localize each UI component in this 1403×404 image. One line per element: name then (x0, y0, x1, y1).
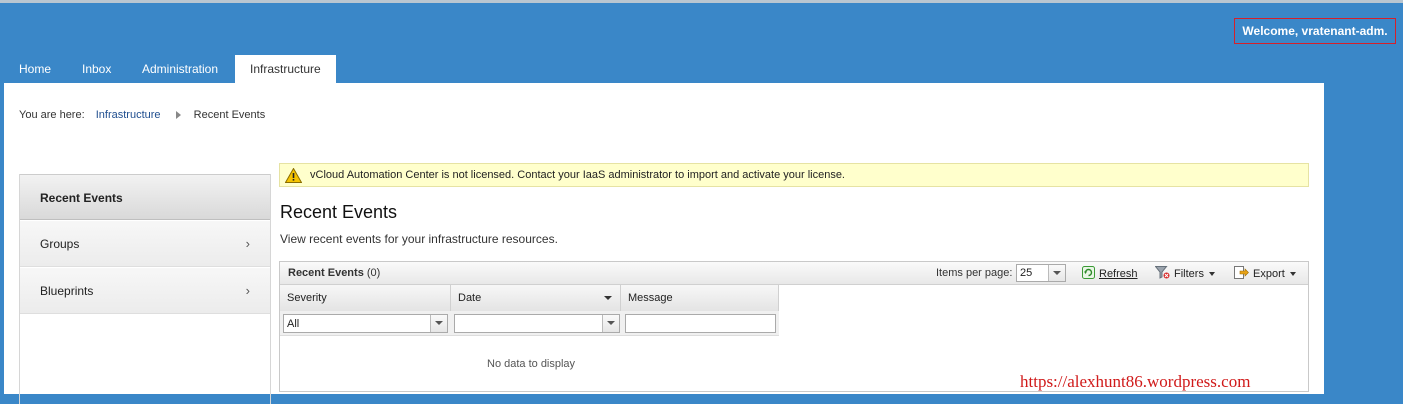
page-subtitle: View recent events for your infrastructu… (280, 232, 558, 246)
sidebar-item-label: Groups (40, 237, 80, 251)
empty-state-text: No data to display (487, 358, 576, 370)
date-filter-select[interactable] (454, 314, 620, 333)
refresh-label: Refresh (1099, 267, 1138, 280)
chevron-down-icon (1289, 272, 1296, 276)
tab-infrastructure[interactable]: Infrastructure (235, 55, 336, 83)
breadcrumb-current: Recent Events (193, 109, 266, 121)
filter-icon (1154, 266, 1170, 282)
warning-icon (284, 167, 303, 191)
export-label: Export (1253, 267, 1285, 280)
top-border (0, 0, 1403, 3)
sidebar-item-groups[interactable]: Groups › (20, 221, 270, 267)
page-title: Recent Events (280, 202, 398, 222)
watermark-text: https://alexhunt86.wordpress.com (1020, 372, 1251, 391)
chevron-down-icon[interactable] (602, 315, 619, 332)
sidebar-item-blueprints[interactable]: Blueprints › (20, 268, 270, 314)
chevron-right-icon: › (245, 236, 250, 251)
sidebar-item-label: Blueprints (40, 284, 94, 298)
column-header-severity[interactable]: Severity (280, 285, 451, 311)
breadcrumb-separator-icon (175, 111, 181, 120)
sidebar-item-recent-events[interactable]: Recent Events (20, 174, 270, 220)
refresh-button[interactable]: Refresh (1082, 266, 1138, 282)
column-header-date-label: Date (458, 292, 482, 304)
sidebar-item-label: Recent Events (40, 191, 123, 205)
chevron-down-icon[interactable] (1048, 265, 1065, 281)
severity-filter-select[interactable]: All (283, 314, 448, 333)
grid-toolbar: Recent Events (0) Items per page: 25 Ref… (280, 262, 1308, 285)
export-button[interactable]: Export (1234, 266, 1296, 282)
grid-count: (0) (366, 267, 381, 279)
chevron-right-icon: › (245, 283, 250, 298)
items-per-page-select[interactable]: 25 (1016, 264, 1066, 282)
sidebar: Recent Events Groups › Blueprints › (19, 174, 271, 404)
chevron-down-icon[interactable] (430, 315, 447, 332)
filters-label: Filters (1174, 267, 1204, 280)
column-header-message[interactable]: Message (621, 285, 779, 311)
column-header-date[interactable]: Date (451, 285, 621, 311)
breadcrumb-infrastructure[interactable]: Infrastructure (96, 109, 161, 121)
content-panel: You are here: Infrastructure Recent Even… (4, 83, 1324, 404)
breadcrumb-prefix: You are here: (19, 109, 85, 121)
refresh-icon (1082, 266, 1095, 282)
message-filter-input[interactable] (625, 314, 776, 333)
items-per-page-value: 25 (1020, 267, 1033, 279)
filters-button[interactable]: Filters (1154, 266, 1215, 282)
license-warning-banner: vCloud Automation Center is not licensed… (279, 163, 1309, 187)
sort-desc-icon[interactable] (604, 296, 612, 300)
license-message: vCloud Automation Center is not licensed… (310, 169, 845, 181)
tab-home[interactable]: Home (4, 55, 66, 83)
breadcrumb: You are here: Infrastructure Recent Even… (19, 109, 265, 121)
severity-filter-value: All (287, 318, 300, 330)
tab-inbox[interactable]: Inbox (67, 55, 126, 83)
filter-row: All (280, 311, 779, 336)
tab-administration[interactable]: Administration (127, 55, 233, 83)
grid-title: Recent Events (0) (288, 267, 380, 279)
export-icon (1234, 266, 1249, 282)
welcome-user[interactable]: Welcome, vratenant-adm. (1234, 18, 1396, 44)
grid-title-label: Recent Events (288, 267, 364, 279)
items-per-page-label: Items per page: (936, 267, 1013, 279)
chevron-down-icon (1208, 272, 1215, 276)
